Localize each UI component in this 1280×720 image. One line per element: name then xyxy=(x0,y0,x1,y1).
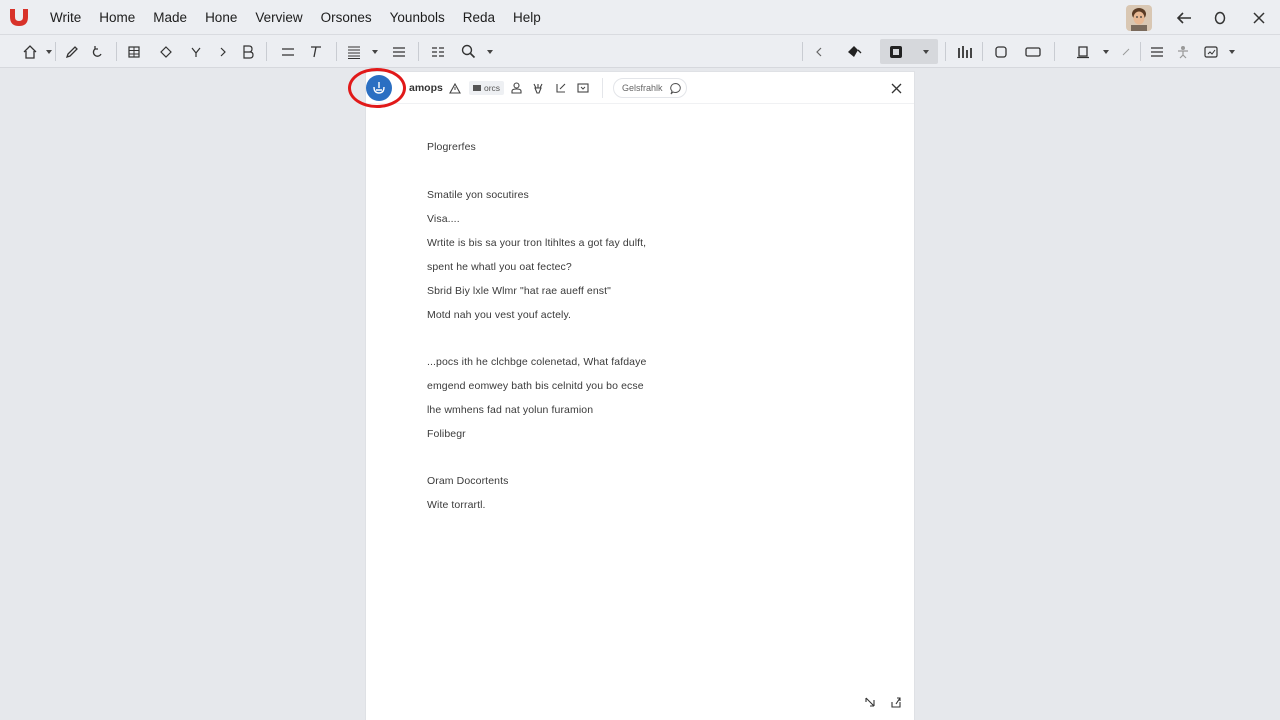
columns-icon[interactable] xyxy=(428,39,448,64)
chevron-down-icon[interactable] xyxy=(371,39,379,64)
brush-icon[interactable] xyxy=(842,39,866,64)
slash-icon[interactable] xyxy=(1118,39,1134,64)
bold-icon[interactable] xyxy=(238,39,258,64)
chevron-down-icon[interactable] xyxy=(45,39,53,64)
list-icon[interactable] xyxy=(1146,39,1168,64)
text-format-icon[interactable] xyxy=(306,39,326,64)
chevron-down-icon[interactable] xyxy=(1228,39,1236,64)
speech-bubble-icon xyxy=(670,82,681,95)
menu-reda[interactable]: Reda xyxy=(454,0,504,35)
user-avatar[interactable] xyxy=(1126,4,1152,31)
thumbs-icon[interactable] xyxy=(531,80,545,96)
pencil-icon[interactable] xyxy=(62,39,82,64)
resize-icon[interactable] xyxy=(862,694,878,710)
circle-icon[interactable] xyxy=(1202,0,1238,35)
frame-icon[interactable] xyxy=(1072,39,1094,64)
doc-line: Folibegr xyxy=(427,428,466,440)
menu-help[interactable]: Help xyxy=(504,0,550,35)
menu-younbols[interactable]: Younbols xyxy=(381,0,454,35)
table-icon[interactable] xyxy=(124,39,144,64)
chart-icon[interactable] xyxy=(954,39,976,64)
document-chip-label: orcs xyxy=(484,83,501,93)
search-icon[interactable] xyxy=(458,39,478,64)
menu-made[interactable]: Made xyxy=(144,0,196,35)
document-toolbar-label[interactable]: amops xyxy=(409,72,443,104)
doc-heading: Plogrerfes xyxy=(427,141,476,153)
doc-subheading: Oram Docortents xyxy=(427,475,509,487)
assistant-icon[interactable] xyxy=(366,75,392,101)
menu-items: Write Home Made Hone Verview Orsones You… xyxy=(38,0,550,35)
document-search-field[interactable]: Gelsfrahlk xyxy=(613,78,687,98)
redo-icon[interactable] xyxy=(88,39,108,64)
app-logo-icon[interactable] xyxy=(0,0,38,35)
chevron-right-icon[interactable] xyxy=(214,39,232,64)
close-icon[interactable] xyxy=(1238,0,1280,35)
document-toolbar: amops orcs Gelsfrahlk xyxy=(348,68,914,108)
document-chip[interactable]: orcs xyxy=(469,81,505,95)
line-spacing-icon[interactable] xyxy=(278,39,298,64)
menu-bar: Write Home Made Hone Verview Orsones You… xyxy=(0,0,1280,35)
doc-line: Motd nah you vest youf actely. xyxy=(427,309,572,321)
shape-square-icon[interactable] xyxy=(990,39,1012,64)
chevron-down-icon[interactable] xyxy=(486,39,494,64)
menu-orsones[interactable]: Orsones xyxy=(312,0,381,35)
cursor-icon[interactable] xyxy=(186,39,206,64)
document-page[interactable]: amops orcs Gelsfrahlk Plogrerfes Smatile… xyxy=(348,68,914,720)
home-icon[interactable] xyxy=(20,39,40,64)
document-search-placeholder: Gelsfrahlk xyxy=(622,83,663,93)
doc-line: ...pocs ith he clchbge colenetad, What f… xyxy=(427,356,647,368)
menu-hone[interactable]: Hone xyxy=(196,0,246,35)
doc-line: Wite torrartl. xyxy=(427,499,486,511)
close-icon[interactable] xyxy=(888,80,904,96)
align-justify-icon[interactable] xyxy=(344,39,364,64)
doc-line: Smatile yon socutires xyxy=(427,189,529,201)
doc-line: spent he whatl you oat fectec? xyxy=(427,261,572,273)
inbox-icon[interactable] xyxy=(576,80,590,96)
image-icon[interactable] xyxy=(1200,39,1222,64)
doc-line: Visa.... xyxy=(427,213,460,225)
doc-line: emgend eomwey bath bis celnitd you bo ec… xyxy=(427,380,644,392)
style-selector[interactable] xyxy=(880,39,938,64)
share-icon[interactable] xyxy=(888,694,904,710)
user-icon[interactable] xyxy=(509,80,523,96)
shape-rect-icon[interactable] xyxy=(1022,39,1044,64)
menu-home[interactable]: Home xyxy=(90,0,144,35)
warning-icon[interactable] xyxy=(448,80,462,96)
edit-corner-icon[interactable] xyxy=(554,80,568,96)
chevron-left-icon[interactable] xyxy=(810,39,828,64)
back-arrow-icon[interactable] xyxy=(1166,0,1202,35)
accessibility-icon[interactable] xyxy=(1172,39,1194,64)
menu-write[interactable]: Write xyxy=(38,0,90,35)
doc-line: lhe wmhens fad nat yolun furamion xyxy=(427,404,594,416)
menu-verview[interactable]: Verview xyxy=(246,0,311,35)
main-toolbar xyxy=(0,35,1280,68)
window-controls xyxy=(1126,0,1280,35)
chevron-down-icon[interactable] xyxy=(1102,39,1110,64)
diamond-icon[interactable] xyxy=(156,39,176,64)
align-left-icon[interactable] xyxy=(389,39,409,64)
doc-line: Wrtite is bis sa your tron ltihltes a go… xyxy=(427,237,647,249)
doc-line: Sbrid Biy lxle Wlmr "hat rae aueff enst" xyxy=(427,285,611,297)
